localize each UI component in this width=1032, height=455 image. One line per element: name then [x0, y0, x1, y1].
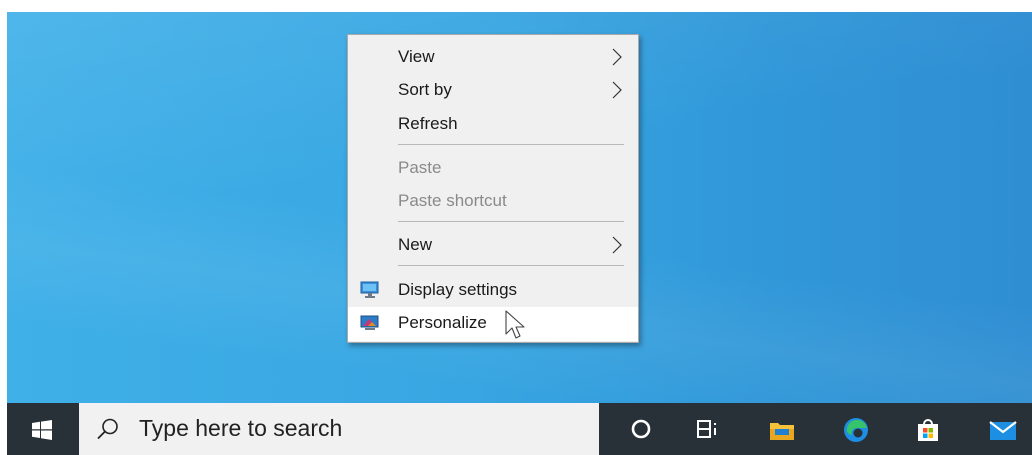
- cortana-circle-icon: [631, 419, 651, 439]
- search-placeholder: Type here to search: [139, 415, 343, 441]
- personalize-icon: [360, 315, 379, 330]
- search-icon: [97, 418, 118, 439]
- menu-item-display-settings[interactable]: Display settings: [348, 274, 638, 306]
- edge-icon: [844, 418, 868, 442]
- start-button[interactable]: [7, 403, 79, 455]
- store-button[interactable]: [897, 403, 957, 455]
- menu-item-label: New: [398, 235, 433, 254]
- mouse-pointer-icon: [505, 310, 525, 339]
- menu-item-sort-by[interactable]: Sort by: [348, 74, 638, 106]
- windows-logo-icon: [32, 420, 52, 440]
- menu-separator: [398, 221, 624, 222]
- display-settings-icon: [360, 281, 379, 298]
- file-explorer-button[interactable]: [751, 403, 811, 455]
- menu-item-label: Personalize: [398, 313, 487, 332]
- menu-item-new[interactable]: New: [348, 229, 638, 261]
- task-view-button[interactable]: [677, 403, 737, 455]
- mail-button[interactable]: [971, 403, 1031, 455]
- menu-item-paste[interactable]: Paste: [348, 152, 638, 184]
- chevron-right-icon: [612, 236, 622, 254]
- menu-item-personalize[interactable]: Personalize: [348, 307, 638, 341]
- store-bag-icon: [918, 419, 938, 441]
- menu-item-label: Sort by: [398, 80, 452, 99]
- menu-item-paste-shortcut[interactable]: Paste shortcut: [348, 185, 638, 217]
- folder-icon: [770, 423, 794, 440]
- menu-separator: [398, 265, 624, 266]
- menu-item-label: Paste: [398, 158, 442, 177]
- chevron-right-icon: [612, 81, 622, 99]
- edge-button[interactable]: [825, 403, 885, 455]
- menu-item-refresh[interactable]: Refresh: [348, 108, 638, 140]
- taskbar-search-box[interactable]: Type here to search: [79, 403, 599, 455]
- mail-icon: [989, 421, 1017, 440]
- menu-item-label: Display settings: [398, 280, 518, 299]
- chevron-right-icon: [612, 48, 622, 66]
- menu-item-label: View: [398, 47, 435, 66]
- cortana-button[interactable]: [611, 403, 671, 455]
- taskbar: Type here to search: [7, 403, 1032, 455]
- desktop-background[interactable]: View Sort by Refresh Paste Paste shortcu…: [7, 12, 1032, 403]
- menu-item-label: Refresh: [398, 114, 458, 133]
- menu-item-label: Paste shortcut: [398, 191, 507, 210]
- task-view-icon: [697, 420, 716, 438]
- desktop-context-menu: View Sort by Refresh Paste Paste shortcu…: [347, 34, 639, 343]
- menu-item-view[interactable]: View: [348, 41, 638, 73]
- menu-separator: [398, 144, 624, 145]
